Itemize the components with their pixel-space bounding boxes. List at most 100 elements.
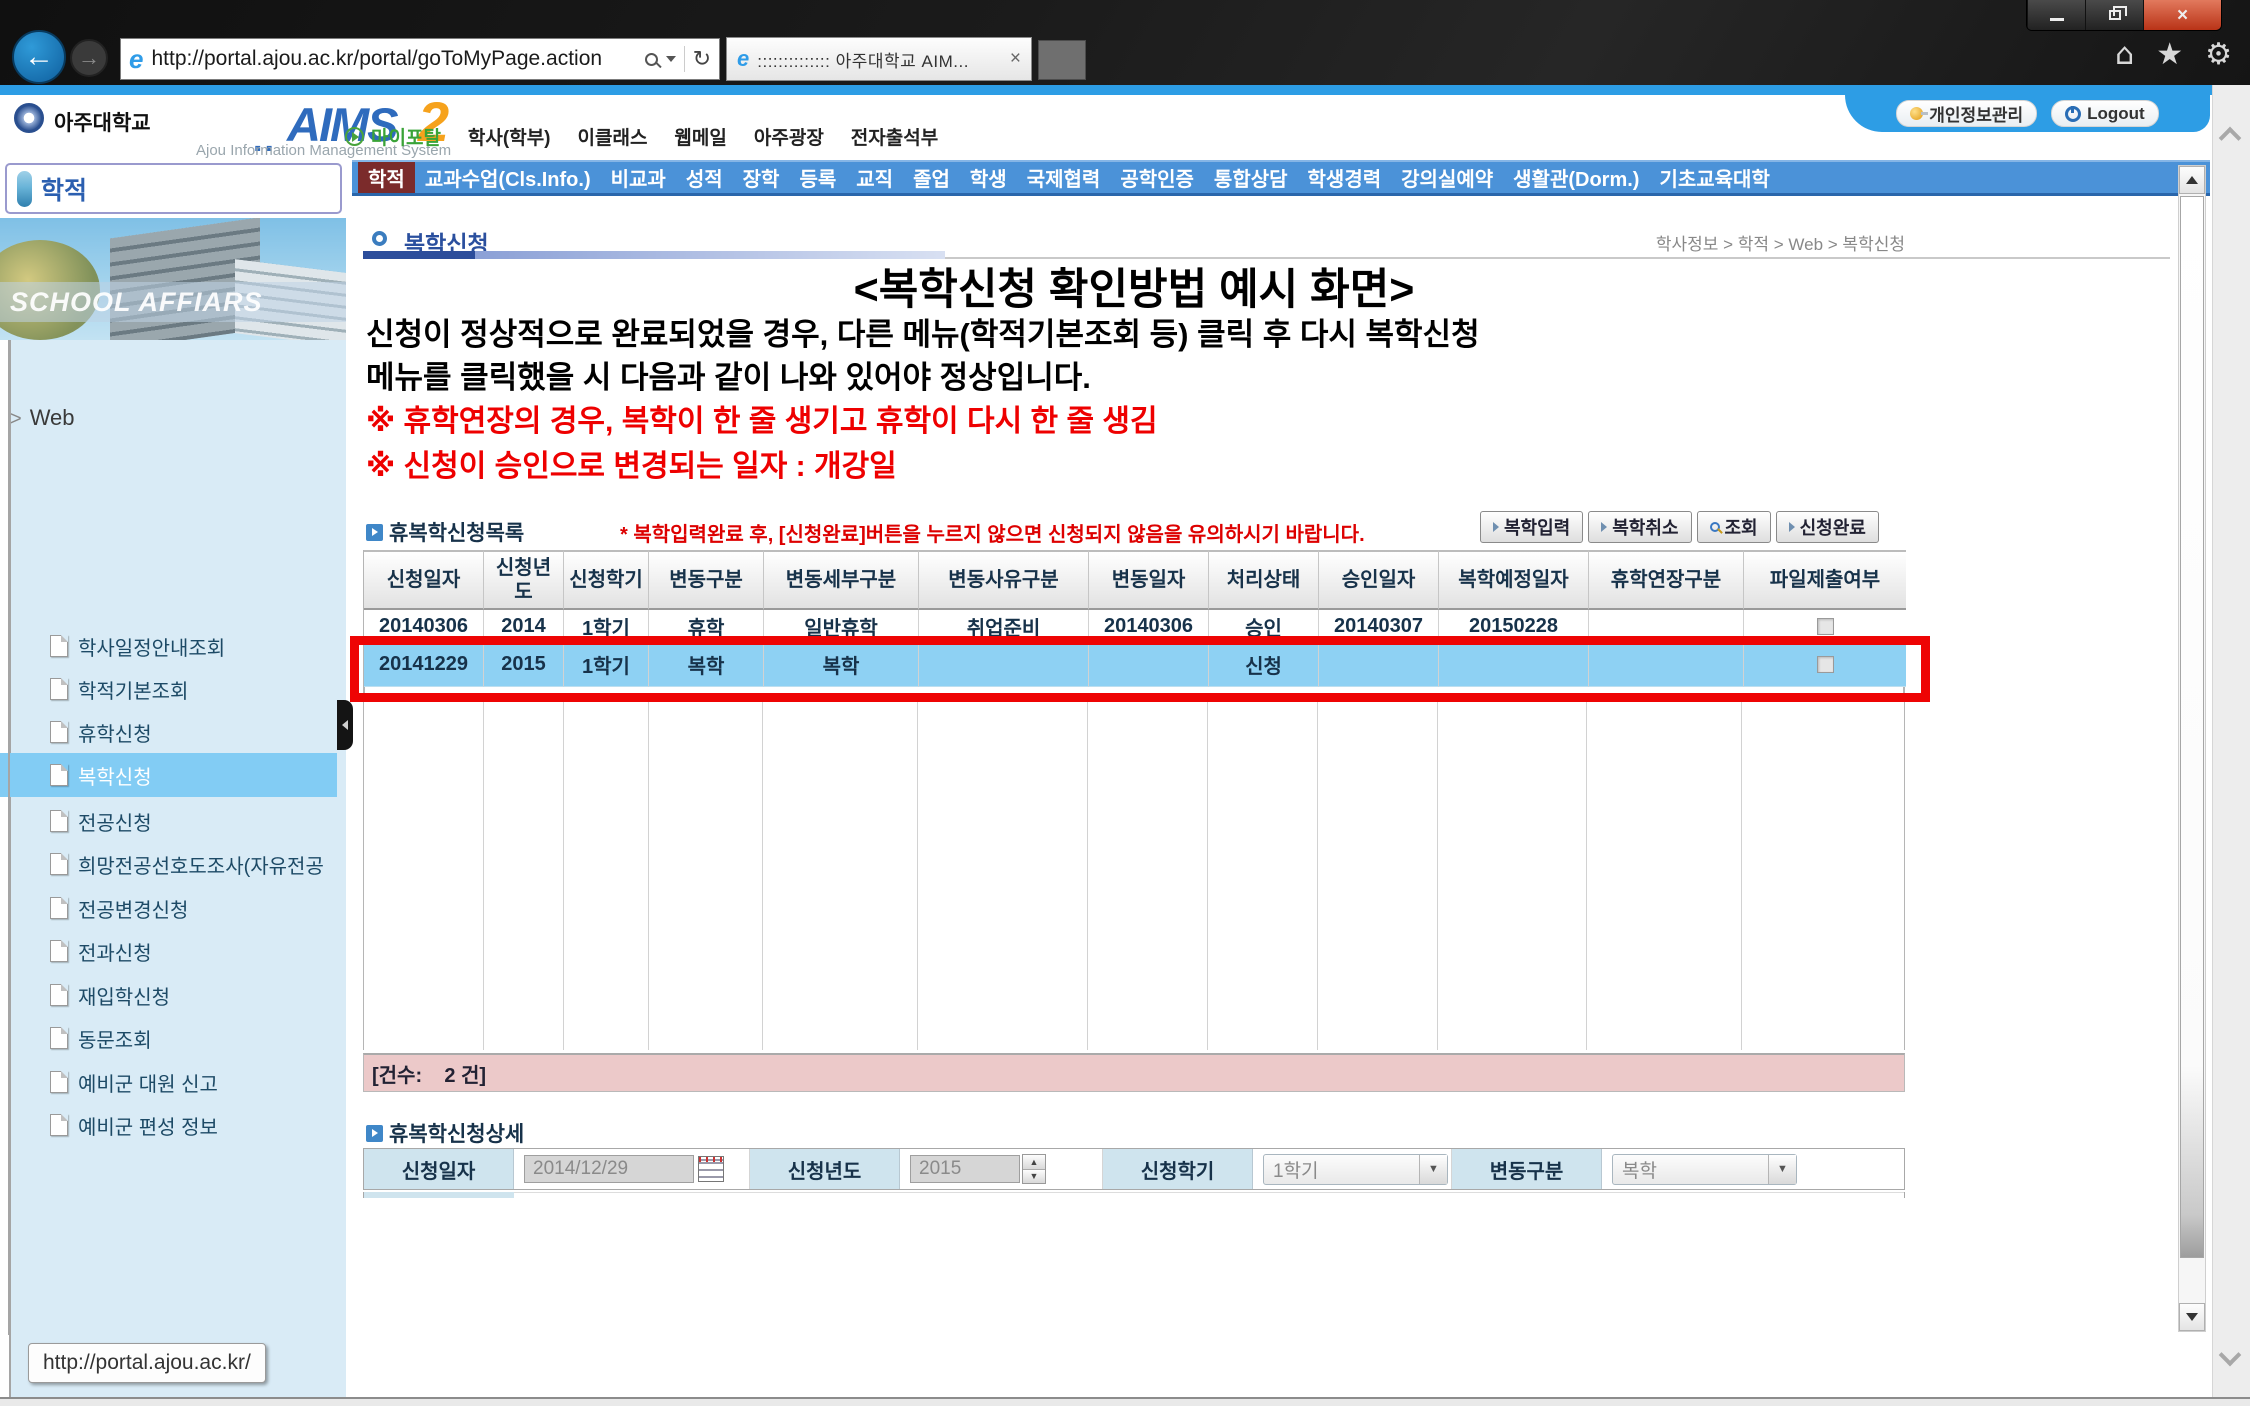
logout-button[interactable]: Logout <box>2051 100 2159 127</box>
nav-item-bigyogwa[interactable]: 비교과 <box>601 160 676 196</box>
spinner-down-icon[interactable]: ▼ <box>1023 1170 1045 1184</box>
cell: 1학기 <box>564 643 649 687</box>
search-icon[interactable] <box>645 53 658 66</box>
nav-item-graduation[interactable]: 졸업 <box>903 160 960 196</box>
restore-icon <box>2109 10 2121 20</box>
nav-item-abeek[interactable]: 공학인증 <box>1110 160 1204 196</box>
refresh-icon[interactable]: ↻ <box>693 48 711 70</box>
utility-nav-webmail[interactable]: 웹메일 <box>674 123 726 150</box>
section-arrow-icon <box>366 524 383 541</box>
cell: 20140306 <box>1089 610 1209 643</box>
nav-item-student[interactable]: 학생 <box>960 160 1017 196</box>
nav-item-room-booking[interactable]: 강의실예약 <box>1391 160 1503 196</box>
button-label: 복학입력 <box>1504 514 1570 540</box>
utility-nav: 마이포탈 학사(학부) 이클래스 웹메일 아주광장 전자출석부 <box>345 123 938 150</box>
sidebar-item-dept-transfer[interactable]: 전과신청 <box>0 929 337 973</box>
spinner-up-icon[interactable]: ▲ <box>1023 1155 1045 1170</box>
settings-gear-icon[interactable]: ⚙ <box>2205 40 2232 70</box>
sidebar-item-label: 희망전공선호도조사(자유전공 <box>78 850 324 879</box>
return-input-button[interactable]: 복학입력 <box>1480 511 1583 543</box>
sidebar-item-calendar[interactable]: 학사일정안내조회 <box>0 624 337 668</box>
nav-item-teaching[interactable]: 교직 <box>846 160 903 196</box>
privacy-settings-label: 개인정보관리 <box>1929 101 2023 126</box>
privacy-settings-button[interactable]: 개인정보관리 <box>1896 100 2037 127</box>
nav-item-basic-edu[interactable]: 기초교육대학 <box>1649 160 1779 196</box>
back-button[interactable]: ← <box>12 30 66 84</box>
search-dropdown-icon[interactable] <box>666 56 676 62</box>
sidebar-item-leave-apply[interactable]: 휴학신청 <box>0 710 337 754</box>
nav-item-registration[interactable]: 등록 <box>789 160 846 196</box>
address-bar[interactable]: e http://portal.ajou.ac.kr/portal/goToMy… <box>120 38 720 80</box>
sidebar-item-label: 전과신청 <box>78 937 152 966</box>
forward-button[interactable]: → <box>70 39 108 77</box>
file-checkbox[interactable] <box>1817 656 1834 673</box>
year-spinner[interactable]: ▲ ▼ <box>1022 1154 1046 1184</box>
sidebar-item-reserve-report[interactable]: 예비군 대원 신고 <box>0 1060 337 1104</box>
url-text[interactable]: http://portal.ajou.ac.kr/portal/goToMyPa… <box>151 47 636 71</box>
utility-nav-haksa[interactable]: 학사(학부) <box>468 123 551 150</box>
browser-tab[interactable]: e :::::::::::::: 아주대학교 AIM... × <box>726 37 1032 81</box>
nav-item-scholarship[interactable]: 장학 <box>733 160 790 196</box>
sidebar-item-readmission[interactable]: 재입학신청 <box>0 973 337 1017</box>
field-apply-year: 2015 ▲ ▼ <box>900 1149 1103 1189</box>
utility-nav-attendance[interactable]: 전자출석부 <box>851 123 938 150</box>
university-name: 아주대학교 <box>54 107 151 137</box>
table-row-1[interactable]: 20140306 2014 1학기 휴학 일반휴학 취업준비 20140306 … <box>364 610 1906 643</box>
scrollbar-thumb[interactable] <box>2180 196 2204 1258</box>
utility-nav-eclass[interactable]: 이클래스 <box>578 123 648 150</box>
document-icon <box>50 721 68 743</box>
magnifier-icon <box>1710 522 1720 532</box>
file-checkbox[interactable] <box>1817 618 1834 635</box>
tab-close-icon[interactable]: × <box>1010 48 1021 70</box>
dropdown-arrow-icon[interactable]: ▼ <box>1768 1155 1796 1184</box>
sidebar-item-major-apply[interactable]: 전공신청 <box>0 799 337 843</box>
calendar-icon[interactable] <box>698 1156 724 1182</box>
apply-date-input[interactable]: 2014/12/29 <box>524 1155 694 1183</box>
dropdown-arrow-icon[interactable]: ▼ <box>1419 1155 1447 1184</box>
semester-select[interactable]: 1학기 ▼ <box>1263 1154 1448 1185</box>
chevron-up-icon[interactable] <box>2219 127 2242 150</box>
chevron-right-icon: > <box>10 408 22 430</box>
field-apply-semester: 1학기 ▼ <box>1253 1149 1452 1189</box>
sidebar-item-return-apply[interactable]: 복학신청 <box>0 753 337 797</box>
sidebar-group-web[interactable]: >Web <box>10 405 75 431</box>
apply-complete-button[interactable]: 신청완료 <box>1776 511 1879 543</box>
minimize-button[interactable] <box>2027 0 2085 30</box>
apply-year-input[interactable]: 2015 <box>910 1155 1020 1183</box>
restore-button[interactable] <box>2085 0 2143 30</box>
sidebar-collapse-handle[interactable] <box>337 700 353 750</box>
home-icon[interactable]: ⌂ <box>2115 40 2134 70</box>
nav-item-grades[interactable]: 성적 <box>676 160 733 196</box>
scroll-down-button[interactable] <box>2179 1303 2205 1331</box>
sidebar-item-alumni[interactable]: 동문조회 <box>0 1016 337 1060</box>
nav-item-clsinfo[interactable]: 교과수업(Cls.Info.) <box>415 160 601 196</box>
favorites-star-icon[interactable]: ★ <box>2156 40 2183 70</box>
new-tab-button[interactable] <box>1038 40 1086 80</box>
arrow-icon <box>1493 522 1499 532</box>
utility-nav-myportal[interactable]: 마이포탈 <box>345 123 441 150</box>
utility-nav-ajou-square[interactable]: 아주광장 <box>754 123 824 150</box>
nav-item-hakjeok[interactable]: 학적 <box>358 160 415 196</box>
change-type-select[interactable]: 복학 ▼ <box>1612 1154 1797 1185</box>
document-icon <box>50 940 68 962</box>
scroll-up-button[interactable] <box>2179 166 2205 194</box>
nav-item-dorm[interactable]: 생활관(Dorm.) <box>1503 160 1649 196</box>
description-line2: 메뉴를 클릭했을 시 다음과 같이 나와 있어야 정상입니다. <box>366 352 1091 397</box>
sidebar-item-record-basic[interactable]: 학적기본조회 <box>0 667 337 711</box>
nav-item-career[interactable]: 학생경력 <box>1298 160 1392 196</box>
sidebar-item-reserve-info[interactable]: 예비군 편성 정보 <box>0 1103 337 1147</box>
document-icon <box>50 1114 68 1136</box>
sidebar-item-major-change[interactable]: 전공변경신청 <box>0 886 337 930</box>
nav-item-international[interactable]: 국제협력 <box>1017 160 1111 196</box>
nav-item-counseling[interactable]: 통합상담 <box>1204 160 1298 196</box>
red-note1: ※ 휴학연장의 경우, 복학이 한 줄 생기고 휴학이 다시 한 줄 생김 <box>366 396 1158 440</box>
table-row-2-highlighted[interactable]: 20141229 2015 1학기 복학 복학 신청 <box>364 643 1906 687</box>
sidebar-item-major-preference[interactable]: 희망전공선호도조사(자유전공 <box>0 842 337 886</box>
cell <box>1589 610 1744 643</box>
minimize-icon <box>2050 18 2064 21</box>
chevron-down-icon[interactable] <box>2219 1344 2242 1367</box>
close-button[interactable]: × <box>2143 0 2221 30</box>
return-cancel-button[interactable]: 복학취소 <box>1588 511 1691 543</box>
search-button[interactable]: 조회 <box>1697 511 1771 543</box>
content-scrollbar[interactable] <box>2178 165 2206 1332</box>
